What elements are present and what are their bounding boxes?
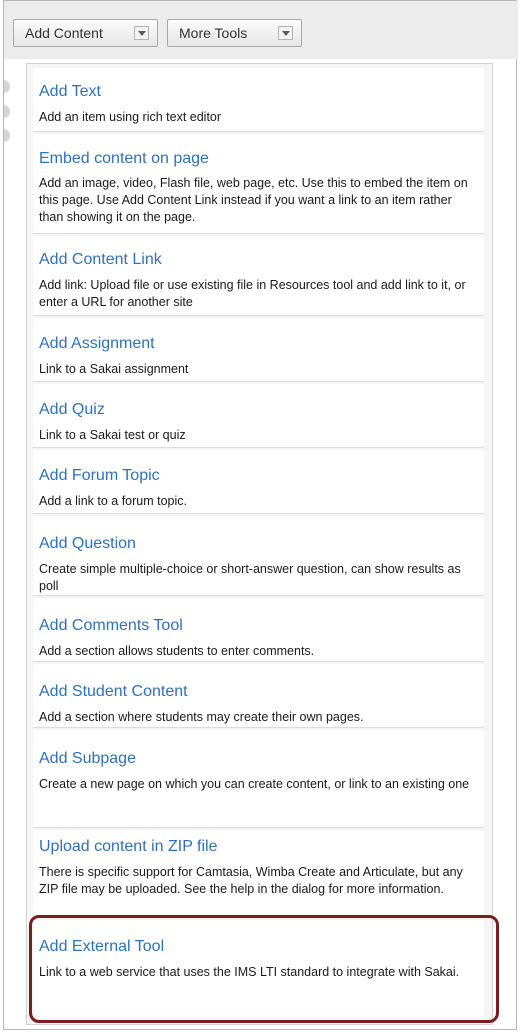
menu-item-title[interactable]: Add Comments Tool — [39, 617, 183, 635]
menu-item-title[interactable]: Add Content Link — [39, 251, 162, 269]
menu-item-description: Add a link to a forum topic. — [39, 494, 187, 508]
menu-item-title[interactable]: Add Forum Topic — [39, 467, 160, 485]
menu-item-description: Add an image, video, Flash file, web pag… — [39, 176, 468, 224]
menu-item-title[interactable]: Add Student Content — [39, 683, 188, 701]
menu-item-description: Add link: Upload file or use existing fi… — [39, 278, 466, 309]
background-handle — [4, 105, 10, 118]
menu-item-add-assignment[interactable]: Add Assignment Link to a Sakai assignmen… — [33, 318, 484, 382]
menu-item-add-comments-tool[interactable]: Add Comments Tool Add a section allows s… — [33, 598, 484, 662]
menu-item-title[interactable]: Add Question — [39, 535, 136, 553]
menu-item-add-text[interactable]: Add Text Add an item using rich text edi… — [33, 68, 484, 132]
menu-item-title[interactable]: Add Subpage — [39, 750, 136, 768]
add-content-button[interactable]: Add Content — [13, 19, 158, 47]
toolbar: Add Content More Tools — [4, 1, 518, 59]
add-content-label: Add Content — [25, 25, 103, 41]
menu-item-title[interactable]: Add Quiz — [39, 401, 105, 419]
menu-item-add-question[interactable]: Add Question Create simple multiple-choi… — [33, 516, 484, 596]
menu-item-description: Create simple multiple-choice or short-a… — [39, 562, 461, 593]
menu-item-description: Add a section where students may create … — [39, 710, 364, 724]
menu-item-upload-zip[interactable]: Upload content in ZIP file There is spec… — [33, 830, 484, 918]
menu-item-description: Create a new page on which you can creat… — [39, 777, 470, 791]
background-handle — [4, 80, 10, 93]
menu-item-description: There is specific support for Camtasia, … — [39, 865, 463, 896]
background-handle — [4, 129, 10, 142]
menu-item-description: Link to a Sakai test or quiz — [39, 428, 186, 442]
menu-item-add-content-link[interactable]: Add Content Link Add link: Upload file o… — [33, 236, 484, 316]
menu-item-add-quiz[interactable]: Add Quiz Link to a Sakai test or quiz — [33, 384, 484, 448]
highlight-outline — [29, 915, 499, 1023]
menu-item-description: Link to a Sakai assignment — [39, 362, 189, 376]
page-frame: Add Content More Tools Add Text Add an i… — [3, 0, 518, 1030]
menu-item-add-forum-topic[interactable]: Add Forum Topic Add a link to a forum to… — [33, 450, 484, 514]
menu-item-title[interactable]: Add Text — [39, 83, 101, 101]
more-tools-button[interactable]: More Tools — [167, 19, 302, 47]
menu-item-add-student-content[interactable]: Add Student Content Add a section where … — [33, 664, 484, 728]
menu-item-description: Add a section allows students to enter c… — [39, 644, 315, 658]
menu-item-title[interactable]: Add Assignment — [39, 335, 155, 353]
add-content-menu: Add Text Add an item using rich text edi… — [26, 63, 493, 1025]
menu-item-add-subpage[interactable]: Add Subpage Create a new page on which y… — [33, 730, 484, 828]
chevron-down-icon — [134, 26, 149, 40]
menu-item-description: Add an item using rich text editor — [39, 110, 222, 124]
menu-item-title[interactable]: Upload content in ZIP file — [39, 838, 217, 856]
more-tools-label: More Tools — [179, 25, 248, 41]
chevron-down-icon — [278, 26, 293, 40]
menu-item-embed-content[interactable]: Embed content on page Add an image, vide… — [33, 134, 484, 234]
menu-item-title[interactable]: Embed content on page — [39, 150, 209, 168]
